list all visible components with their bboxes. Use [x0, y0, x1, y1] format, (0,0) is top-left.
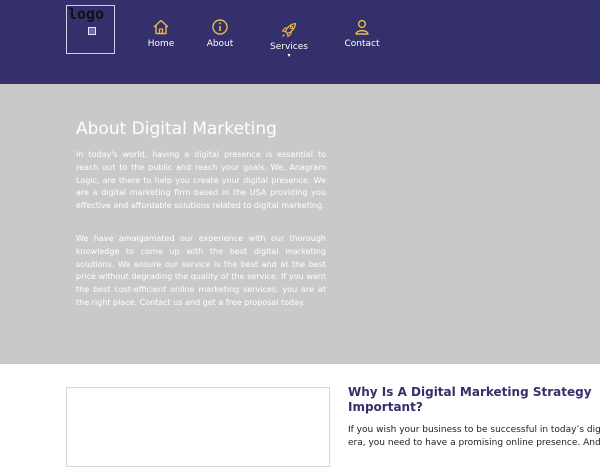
site-header: logo Home About Services ▾ Contact — [0, 0, 600, 84]
hero-paragraph-1: In today's world, having a digital prese… — [76, 150, 326, 211]
hero-title: About Digital Marketing — [76, 119, 277, 139]
chevron-down-icon: ▾ — [287, 52, 291, 59]
logo[interactable]: logo — [66, 5, 115, 54]
section-image-placeholder — [66, 387, 330, 467]
section-title: Why Is A Digital Marketing Strategy Impo… — [348, 385, 592, 414]
broken-image-icon — [88, 27, 96, 35]
logo-text: logo — [68, 5, 105, 23]
nav-item-contact[interactable]: Contact — [344, 18, 380, 49]
nav-label-about: About — [206, 39, 234, 49]
nav-label-services: Services — [270, 42, 308, 52]
nav-item-services[interactable]: Services ▾ — [268, 18, 310, 59]
section-text-line-1: If you wish your business to be successf… — [348, 425, 600, 435]
contact-person-icon — [355, 19, 369, 35]
hero-paragraph-2: We have amalgamated our experience with … — [76, 234, 326, 307]
nav-item-about[interactable]: About — [205, 18, 235, 49]
rocket-icon — [281, 22, 297, 38]
section-text: If you wish your business to be successf… — [348, 424, 600, 450]
nav-label-home: Home — [147, 39, 175, 49]
home-icon — [153, 19, 169, 35]
info-icon — [212, 19, 228, 35]
nav-item-home[interactable]: Home — [146, 18, 176, 49]
section-text-line-2: era, you need to have a promising online… — [348, 438, 600, 448]
nav-label-contact: Contact — [344, 39, 380, 49]
